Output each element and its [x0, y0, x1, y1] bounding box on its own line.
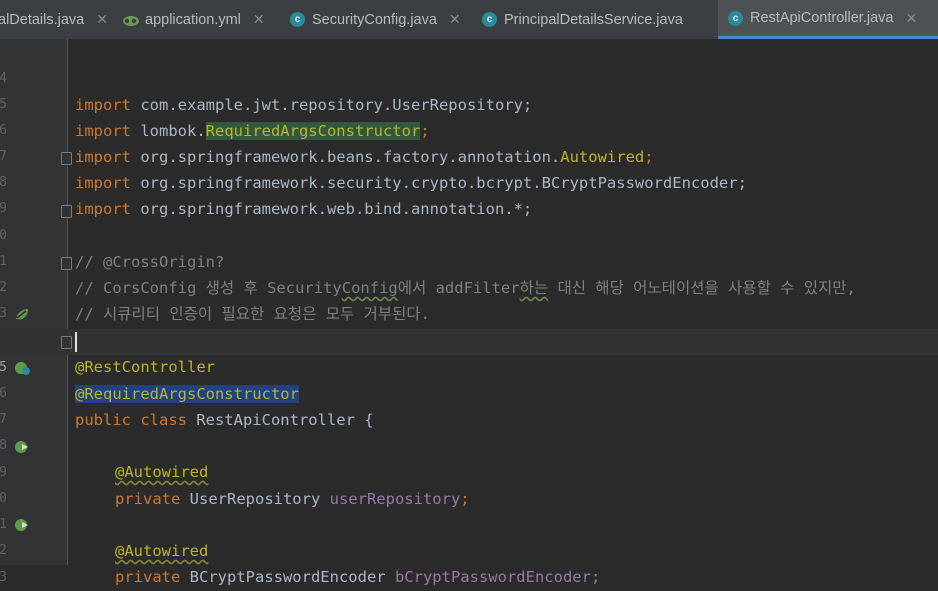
close-icon[interactable]: ✕ — [96, 11, 108, 28]
editor-tab-bar: alDetails.java ✕ application.yml ✕ c Sec… — [0, 0, 938, 40]
code-line: 7 — [0, 381, 938, 427]
tab-security-config[interactable]: c SecurityConfig.java ✕ — [290, 0, 475, 39]
code-line: 9 — [0, 170, 938, 216]
code-line: 4 @RestController — [0, 302, 938, 376]
tab-application-yml[interactable]: application.yml ✕ — [122, 0, 282, 39]
tab-label: alDetails.java — [0, 11, 85, 28]
code-line: 2 private BCryptPasswordEncoder bCryptPa… — [0, 512, 938, 586]
code-line: 1 @Autowired — [0, 486, 938, 560]
fold-marker-icon[interactable] — [61, 205, 72, 218]
code-line: 1 // CorsConfig 생성 후 SecurityConfig에서 ad… — [0, 223, 938, 297]
tab-label: PrincipalDetailsService.java — [504, 11, 683, 28]
code-line: 3 — [0, 539, 938, 585]
tab-principal-details-service[interactable]: c PrincipalDetailsService.java — [482, 0, 714, 39]
tab-principal-details[interactable]: alDetails.java ✕ — [0, 0, 113, 39]
tab-label: SecurityConfig.java — [312, 11, 437, 28]
fold-marker-icon[interactable] — [61, 152, 72, 165]
text-caret — [75, 332, 77, 352]
tab-label: application.yml — [145, 11, 241, 28]
close-icon[interactable]: ✕ — [253, 11, 265, 28]
code-line: 2 // 시큐리티 인증이 필요한 요청은 모두 거부된다. — [0, 249, 938, 323]
spring-bean-icon[interactable] — [14, 360, 30, 376]
tab-rest-api-controller[interactable]: c RestApiController.java ✕ — [718, 0, 938, 39]
code-line: 0 // @CrossOrigin? — [0, 197, 938, 271]
code-line: 4 import com.example.jwt.repository.User… — [0, 40, 938, 114]
spring-bean-icon[interactable] — [14, 307, 30, 323]
line-number: 3 — [0, 570, 7, 585]
spring-bean-icon[interactable] — [14, 439, 30, 455]
java-class-icon: c — [728, 10, 743, 26]
java-class-icon: c — [290, 12, 305, 27]
yaml-spring-icon — [122, 14, 139, 26]
java-class-icon: c — [482, 12, 497, 27]
tab-label: RestApiController.java — [750, 10, 894, 26]
close-icon[interactable]: ✕ — [905, 10, 917, 27]
fold-marker-icon[interactable] — [61, 336, 72, 349]
code-line: 6 import org.springframework.beans.facto… — [0, 92, 938, 166]
code-line: 9 private UserRepository userRepository; — [0, 434, 938, 508]
code-line: 3 — [0, 275, 938, 321]
code-line: 8 import org.springframework.web.bind.an… — [0, 144, 938, 218]
close-icon[interactable]: ✕ — [449, 11, 461, 28]
code-line: 6 public class RestApiController { — [0, 355, 938, 429]
code-line-current: 5 @RequiredArgsConstructor — [0, 329, 938, 403]
code-line: 5 import lombok.RequiredArgsConstructor; — [0, 66, 938, 140]
code-line: 8 @Autowired — [0, 407, 938, 481]
fold-marker-icon[interactable] — [61, 257, 72, 270]
spring-bean-icon[interactable] — [14, 517, 30, 533]
code-line: 7 import org.springframework.security.cr… — [0, 118, 938, 192]
code-line: 0 — [0, 460, 938, 506]
